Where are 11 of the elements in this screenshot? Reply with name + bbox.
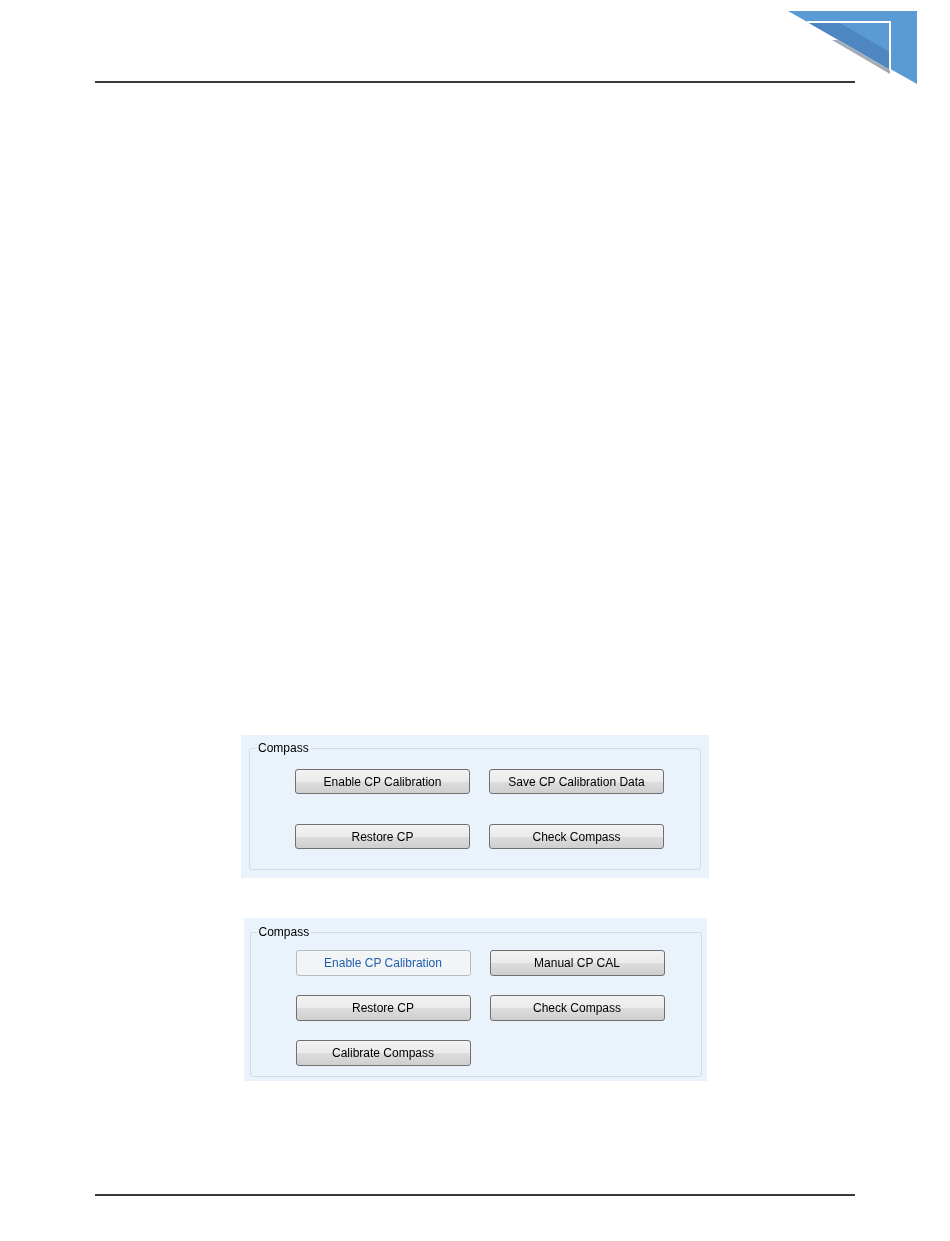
command-button[interactable]: Manual CP CAL — [489, 950, 665, 976]
group-box-title: Compass — [257, 741, 310, 755]
command-button[interactable]: Enable CP Calibration — [295, 769, 470, 794]
command-button[interactable]: Calibrate Compass — [295, 1040, 471, 1066]
group-box-title: Compass — [257, 925, 311, 939]
command-button[interactable]: Restore CP — [295, 824, 470, 849]
command-button[interactable]: Save CP Calibration Data — [489, 769, 664, 794]
command-button[interactable]: Restore CP — [295, 995, 471, 1021]
corner-triangle-icon — [788, 11, 917, 84]
command-button[interactable]: Check Compass — [489, 824, 664, 849]
command-button[interactable]: Check Compass — [489, 995, 665, 1021]
